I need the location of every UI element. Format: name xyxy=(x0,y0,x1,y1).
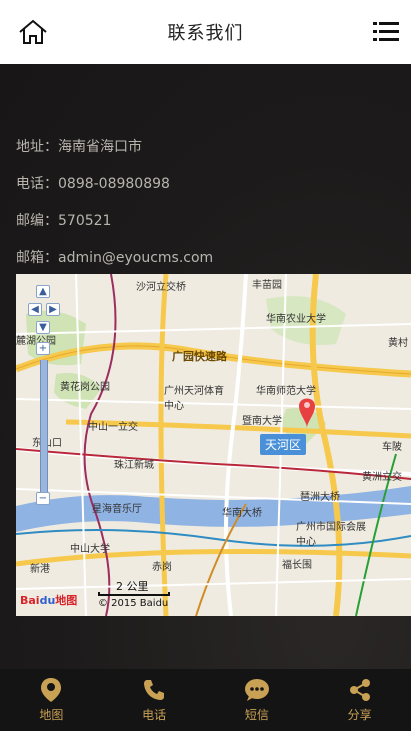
menu-button[interactable] xyxy=(371,16,401,48)
pan-right-button[interactable]: ▶ xyxy=(46,303,60,316)
map-label: 福长围 xyxy=(282,560,312,571)
map-label: 暨南大学 xyxy=(242,416,282,427)
map-label: 黄村 xyxy=(388,338,408,349)
phone-icon xyxy=(141,677,167,703)
postcode-text: 邮编：570521 xyxy=(16,213,112,229)
baidu-logo[interactable]: Baidu地图 xyxy=(20,592,77,608)
pan-left-button[interactable]: ◀ xyxy=(28,303,42,316)
phone-text[interactable]: 电话：0898-08980898 xyxy=(16,173,170,193)
map-label: 华南农业大学 xyxy=(266,314,326,325)
pan-down-button[interactable]: ▼ xyxy=(36,321,50,334)
top-header: 联系我们 xyxy=(0,0,411,64)
baidu-map[interactable]: 沙河立交桥 丰苗园 华南农业大学 麓湖公园 黄村 黄花岗公园 广园快速路 广州天… xyxy=(16,274,411,616)
map-label: 中山大学 xyxy=(70,544,110,555)
map-label: 车陂 xyxy=(382,442,402,453)
location-pin-icon xyxy=(38,677,64,703)
map-label: 新港 xyxy=(30,564,50,575)
map-label: 珠江新城 xyxy=(114,460,154,471)
zoom-out-button[interactable]: − xyxy=(36,492,50,505)
map-label: 广州市国际会展中心 xyxy=(296,522,366,548)
nav-share[interactable]: 分享 xyxy=(308,669,411,731)
chat-bubble-icon xyxy=(244,677,270,703)
zoom-in-button[interactable]: + xyxy=(36,342,50,355)
map-scale-bar xyxy=(98,592,170,596)
nav-map[interactable]: 地图 xyxy=(0,669,103,731)
nav-label: 短信 xyxy=(244,708,269,722)
nav-sms[interactable]: 短信 xyxy=(206,669,309,731)
map-copyright: © 2015 Baidu xyxy=(98,598,169,609)
map-background xyxy=(16,274,411,616)
email-text[interactable]: 邮箱：admin@eyoucms.com xyxy=(16,247,213,267)
share-icon xyxy=(347,677,373,703)
map-label: 中山一立交 xyxy=(88,422,138,433)
zoom-slider[interactable] xyxy=(40,360,48,496)
map-label: 琶洲大桥 xyxy=(300,492,340,503)
map-label: 赤岗 xyxy=(152,562,172,573)
nav-phone[interactable]: 电话 xyxy=(103,669,206,731)
page-title: 联系我们 xyxy=(167,23,244,44)
home-button[interactable] xyxy=(14,14,52,50)
district-badge: 天河区 xyxy=(260,434,307,455)
baidu-logo-suffix: 地图 xyxy=(55,594,78,607)
nav-label: 分享 xyxy=(347,708,372,722)
address-text: 地址：海南省海口市 xyxy=(16,139,142,155)
map-label: 丰苗园 xyxy=(252,280,282,291)
map-label: 星海音乐厅 xyxy=(92,504,142,515)
nav-label: 地图 xyxy=(39,708,64,722)
map-label: 广园快速路 xyxy=(172,350,227,363)
map-label: 华南师范大学 xyxy=(256,386,316,397)
home-icon xyxy=(19,19,47,44)
contact-section: 地址：海南省海口市 电话：0898-08980898 邮编：570521 邮箱：… xyxy=(0,64,411,669)
pan-up-button[interactable]: ▲ xyxy=(36,285,50,298)
list-menu-icon xyxy=(373,22,399,41)
baidu-logo-text: Bai xyxy=(20,594,40,607)
paw-icon: du xyxy=(39,594,56,607)
map-label: 沙河立交桥 xyxy=(136,282,186,293)
bottom-nav: 地图 电话 短信 分享 xyxy=(0,669,411,731)
map-label: 华南大桥 xyxy=(222,508,262,519)
nav-label: 电话 xyxy=(142,708,167,722)
map-label: 黄花岗公园 xyxy=(60,382,110,393)
map-label: 广州天河体育中心 xyxy=(164,386,224,412)
map-label: 黄洲立交 xyxy=(362,472,402,483)
